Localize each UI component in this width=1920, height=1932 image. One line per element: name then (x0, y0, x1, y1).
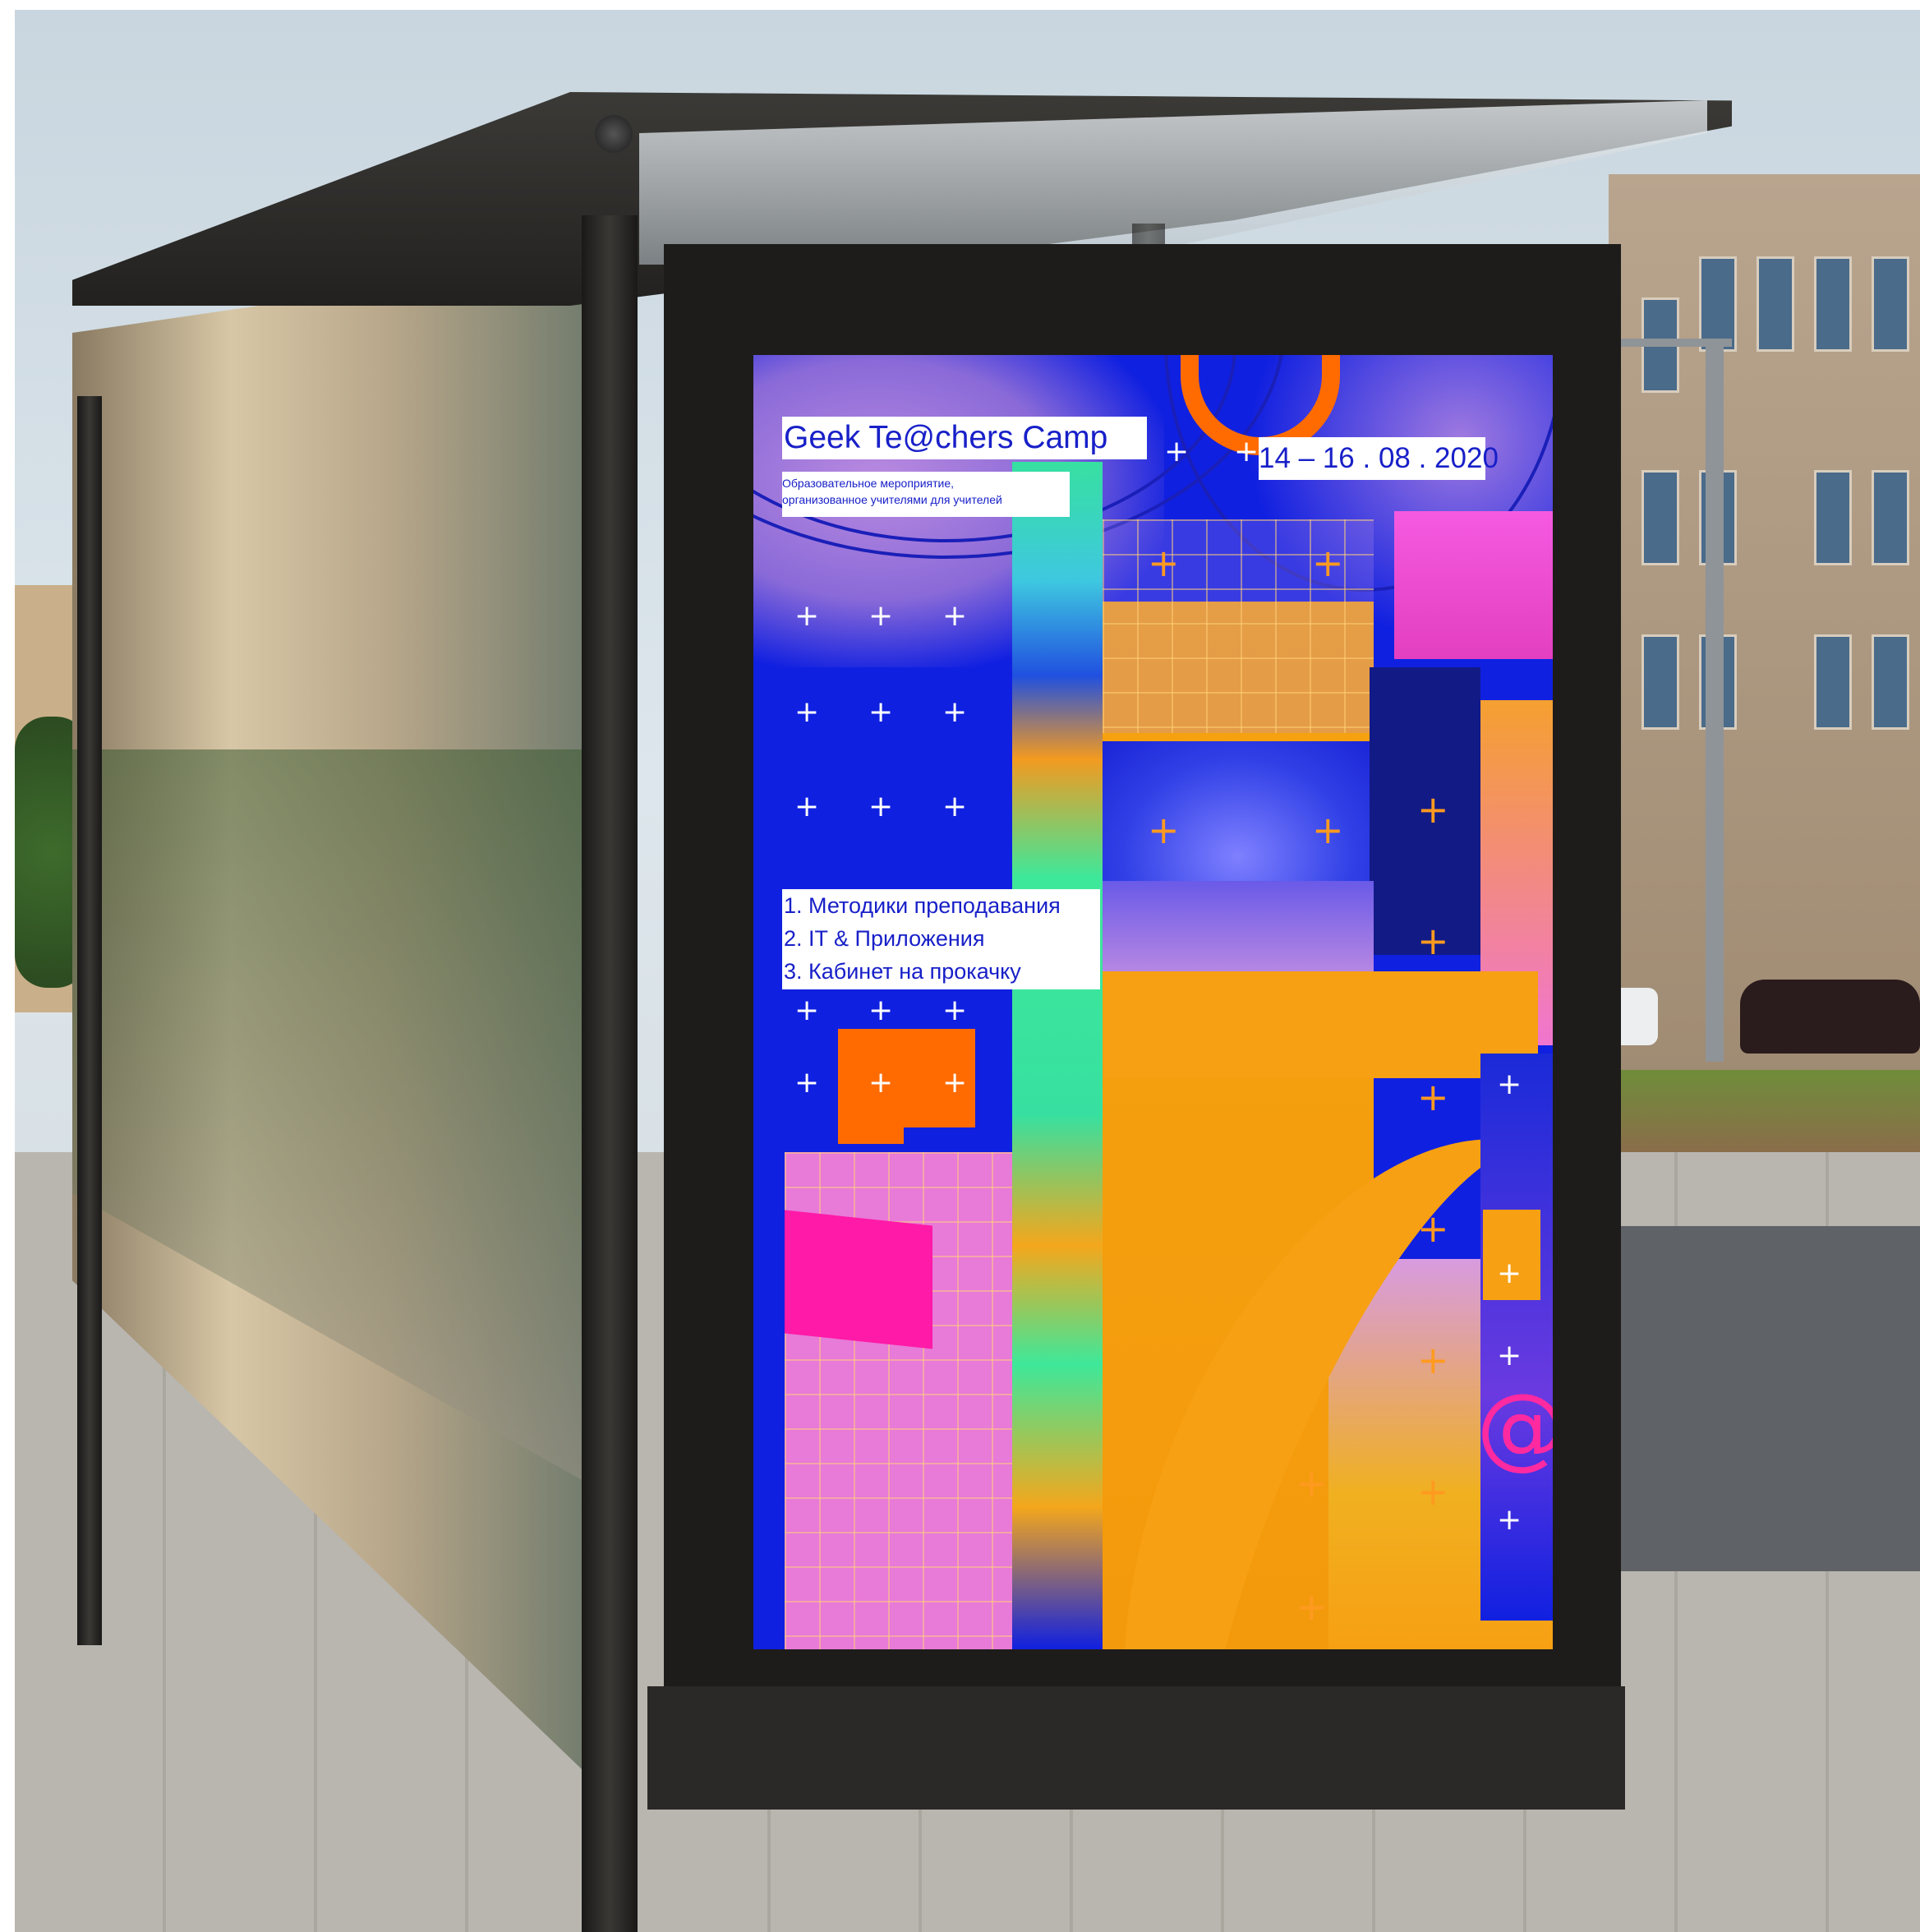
plus-icon: + (1497, 1067, 1522, 1101)
plus-icon: + (868, 994, 894, 1027)
plus-icon: + (1234, 435, 1259, 468)
plus-icon: + (1312, 541, 1344, 585)
poster-dates: 14 – 16 . 08 . 2020 (1259, 437, 1499, 480)
poster-subtitle-line: организованное учителями для учителей (782, 493, 1002, 506)
shelter-post-left (77, 396, 102, 1645)
plus-icon: + (794, 994, 820, 1027)
topic-item: 2. IT & Приложения (784, 926, 985, 951)
plus-icon: + (1497, 1503, 1522, 1537)
plus-icon: + (942, 1066, 968, 1100)
poster-subtitle: Образовательное мероприятие, организован… (782, 472, 1070, 517)
plus-icon: + (1417, 1469, 1449, 1514)
poster-topics: 1. Методики преподавания 2. IT & Приложе… (782, 889, 1100, 989)
poster-block (785, 1210, 932, 1349)
plus-icon: + (942, 695, 968, 729)
plus-icon: + (1148, 808, 1180, 852)
plus-icon: + (794, 695, 820, 729)
shelter-post-front (582, 215, 638, 1932)
plus-icon: + (794, 790, 820, 823)
poster-title: Geek Te@chers Camp (782, 417, 1147, 459)
topic-item: 1. Методики преподавания (784, 893, 1061, 918)
plus-icon: + (868, 790, 894, 823)
parked-car (1740, 980, 1920, 1054)
plus-icon: + (1296, 1461, 1328, 1505)
poster-block (1103, 971, 1538, 1078)
plus-icon: + (1417, 1338, 1449, 1382)
lamp-post (1706, 339, 1724, 1062)
at-icon: @ (1476, 1374, 1553, 1479)
plus-icon: + (1497, 1339, 1522, 1372)
plus-icon: + (1417, 919, 1449, 963)
plus-icon: + (942, 994, 968, 1027)
plus-icon: + (1417, 1075, 1449, 1119)
plus-icon: + (1164, 435, 1190, 468)
event-poster: @ + + + + + + + + + + + + + + + + + + + … (753, 355, 1553, 1649)
plus-icon: + (868, 1066, 894, 1100)
topic-item: 3. Кабинет на прокачку (784, 959, 1021, 984)
road (1609, 1226, 1920, 1571)
plus-icon: + (942, 790, 968, 823)
plus-icon: + (1497, 1256, 1522, 1290)
plus-icon: + (794, 1066, 820, 1100)
plus-icon: + (942, 599, 968, 633)
plus-icon: + (1296, 1584, 1328, 1629)
poster-frame-base (647, 1686, 1625, 1810)
plus-icon: + (1148, 541, 1180, 585)
plus-icon: + (1312, 808, 1344, 852)
plus-icon: + (868, 695, 894, 729)
poster-subtitle-line: Образовательное мероприятие, (782, 477, 955, 490)
bolt-icon (595, 115, 633, 153)
building-right (1609, 174, 1920, 1078)
poster-block (1394, 511, 1553, 659)
plus-icon: + (1417, 787, 1449, 832)
lawn (1609, 1070, 1920, 1152)
plus-icon: + (868, 599, 894, 633)
plus-icon: + (1417, 1206, 1449, 1251)
poster-stripe (1012, 462, 1103, 1649)
plus-icon: + (794, 599, 820, 633)
